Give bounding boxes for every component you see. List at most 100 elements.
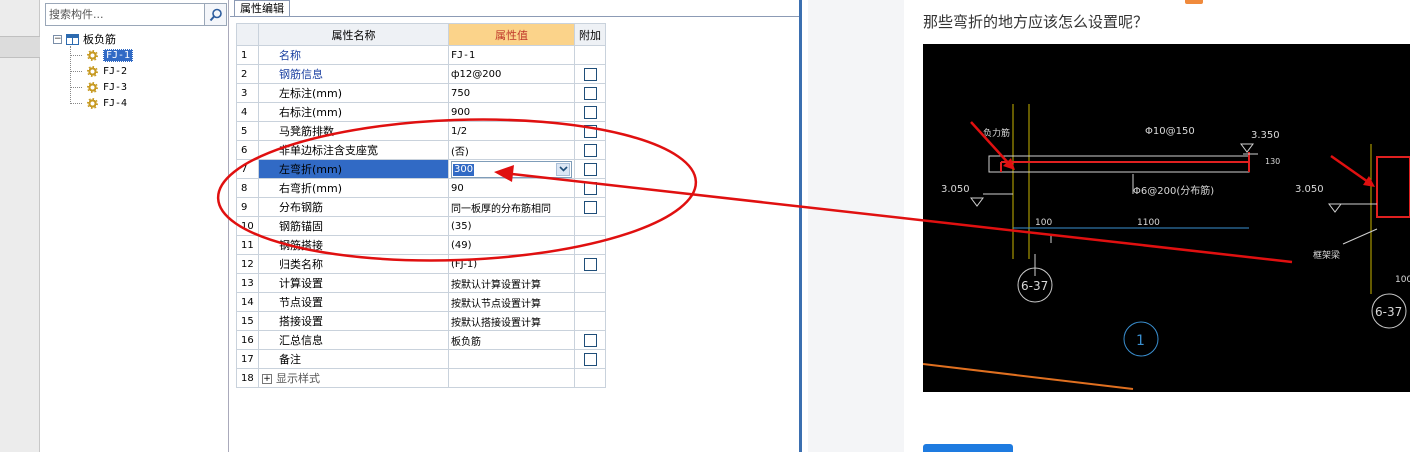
property-row[interactable]: 14 节点设置 按默认节点设置计算 <box>236 292 606 312</box>
tree-item-fj-3[interactable]: FJ-3 <box>53 79 133 95</box>
property-name: 分布钢筋 <box>258 197 449 217</box>
property-row[interactable]: 2 钢筋信息 ф12@200 <box>236 64 606 84</box>
value-combobox-text[interactable]: 300 <box>453 163 475 176</box>
property-row[interactable]: 4 右标注(mm) 900 <box>236 102 606 122</box>
header-num <box>236 23 259 46</box>
cad-label: 负力筋 <box>983 127 1010 139</box>
property-group[interactable]: + 显示样式 <box>258 368 449 388</box>
table-icon <box>66 33 79 45</box>
extra-cell <box>574 235 606 255</box>
row-number: 3 <box>236 83 259 103</box>
property-name: 名称 <box>258 45 449 65</box>
property-row[interactable]: 18 + 显示样式 <box>236 368 606 388</box>
property-value[interactable]: 90 <box>448 178 575 198</box>
extra-cell <box>574 349 606 369</box>
row-number: 14 <box>236 292 259 312</box>
property-row[interactable]: 16 汇总信息 板负筋 <box>236 330 606 350</box>
row-number: 18 <box>236 368 259 388</box>
cad-label: Φ10@150 <box>1145 126 1195 137</box>
property-row[interactable]: 15 搭接设置 按默认搭接设置计算 <box>236 311 606 331</box>
search-input[interactable] <box>46 4 204 25</box>
cad-label: 3.050 <box>941 184 970 195</box>
property-row[interactable]: 12 归类名称 (FJ-1) <box>236 254 606 274</box>
extra-checkbox[interactable] <box>583 333 597 347</box>
property-value-editor[interactable]: 300 <box>448 159 575 179</box>
cad-label: Φ6@200(分布筋) <box>1133 184 1214 197</box>
property-value[interactable]: ф12@200 <box>448 64 575 84</box>
extra-checkbox[interactable] <box>583 162 597 176</box>
collapse-icon[interactable]: − <box>53 34 62 44</box>
tree-item-fj-1[interactable]: FJ-1 <box>53 47 134 63</box>
header-name[interactable]: 属性名称 <box>258 23 449 46</box>
extra-checkbox[interactable] <box>583 352 597 366</box>
row-number: 8 <box>236 178 259 198</box>
row-number: 1 <box>236 45 259 65</box>
property-row[interactable]: 11 钢筋搭接 (49) <box>236 235 606 255</box>
forum-post: 那些弯折的地方应该怎么设置呢？ Φ10@150 Φ6@200(分布筋) 3.35… <box>904 0 1410 452</box>
property-row[interactable]: 3 左标注(mm) 750 <box>236 83 606 103</box>
tree-item-fj-2[interactable]: FJ-2 <box>53 63 133 79</box>
left-strip-selected[interactable] <box>0 36 40 58</box>
property-value[interactable] <box>448 368 575 388</box>
property-row[interactable]: 8 右弯折(mm) 90 <box>236 178 606 198</box>
extra-checkbox[interactable] <box>583 124 597 138</box>
property-value[interactable]: 1/2 <box>448 121 575 141</box>
property-value[interactable]: 按默认搭接设置计算 <box>448 311 575 331</box>
property-editor-pane: 属性编辑 属性名称 属性值 附加 1 名称 FJ-1 2 钢筋信息 ф12@200 3左… <box>230 0 808 452</box>
extra-checkbox[interactable] <box>583 257 597 271</box>
row-number: 11 <box>236 235 259 255</box>
search-icon <box>209 8 222 21</box>
property-value[interactable]: 900 <box>448 102 575 122</box>
extra-cell <box>574 64 606 84</box>
tree-item-label: FJ-3 <box>103 81 128 93</box>
property-value[interactable]: 同一板厚的分布筋相同 <box>448 197 575 217</box>
extra-cell <box>574 178 606 198</box>
property-row-selected[interactable]: 7 左弯折(mm) 300 <box>236 159 606 179</box>
extra-checkbox[interactable] <box>583 143 597 157</box>
row-number: 7 <box>236 159 259 179</box>
tree-item-fj-4[interactable]: FJ-4 <box>53 95 133 111</box>
tree-root[interactable]: − 板负筋 <box>53 31 133 47</box>
extra-cell <box>574 83 606 103</box>
tree-item-label: FJ-2 <box>103 65 128 77</box>
component-icon <box>87 65 98 77</box>
property-value[interactable]: (FJ-1) <box>448 254 575 274</box>
cad-label: 3.050 <box>1295 184 1324 195</box>
search-button[interactable] <box>205 3 227 26</box>
question-text: 那些弯折的地方应该怎么设置呢？ <box>923 13 1149 31</box>
property-value[interactable]: 按默认计算设置计算 <box>448 273 575 293</box>
property-row[interactable]: 5 马凳筋排数 1/2 <box>236 121 606 141</box>
row-number: 5 <box>236 121 259 141</box>
property-name: 计算设置 <box>258 273 449 293</box>
extra-checkbox[interactable] <box>583 200 597 214</box>
submit-button[interactable] <box>923 444 1013 452</box>
property-value[interactable]: (否) <box>448 140 575 160</box>
property-value[interactable]: 按默认节点设置计算 <box>448 292 575 312</box>
property-value[interactable]: (49) <box>448 235 575 255</box>
tab-property-edit[interactable]: 属性编辑 <box>234 0 290 17</box>
property-value[interactable]: (35) <box>448 216 575 236</box>
extra-checkbox[interactable] <box>583 181 597 195</box>
row-number: 12 <box>236 254 259 274</box>
property-value[interactable]: FJ-1 <box>448 45 575 65</box>
value-combobox[interactable]: 300 <box>451 160 572 178</box>
expand-icon[interactable]: + <box>262 374 272 384</box>
chevron-down-icon <box>558 166 568 172</box>
extra-checkbox[interactable] <box>583 105 597 119</box>
header-value[interactable]: 属性值 <box>448 23 575 46</box>
property-row[interactable]: 6 非单边标注含支座宽 (否) <box>236 140 606 160</box>
property-row[interactable]: 10 钢筋锚固 (35) <box>236 216 606 236</box>
property-row[interactable]: 13 计算设置 按默认计算设置计算 <box>236 273 606 293</box>
header-extra[interactable]: 附加 <box>574 23 606 46</box>
extra-cell <box>574 102 606 122</box>
property-value[interactable]: 板负筋 <box>448 330 575 350</box>
property-value[interactable]: 750 <box>448 83 575 103</box>
property-name: 右弯折(mm) <box>258 178 449 198</box>
extra-checkbox[interactable] <box>583 67 597 81</box>
property-row[interactable]: 17 备注 <box>236 349 606 369</box>
property-row[interactable]: 1 名称 FJ-1 <box>236 45 606 65</box>
property-row[interactable]: 9 分布钢筋 同一板厚的分布筋相同 <box>236 197 606 217</box>
property-value[interactable] <box>448 349 575 369</box>
extra-checkbox[interactable] <box>583 86 597 100</box>
dropdown-button[interactable] <box>556 162 570 176</box>
